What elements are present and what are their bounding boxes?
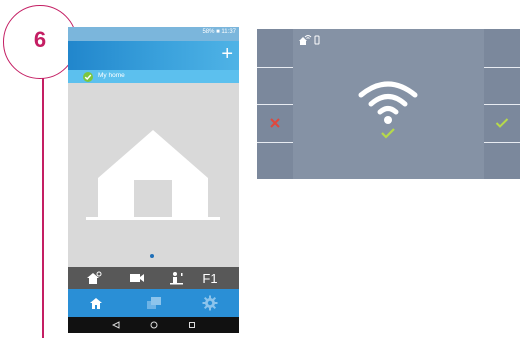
step-number: 6 bbox=[33, 27, 47, 52]
action-bar: F1 bbox=[68, 267, 239, 289]
home-list-item[interactable]: My home bbox=[68, 70, 239, 83]
house-key-icon[interactable] bbox=[80, 267, 108, 289]
step-badge: 6 bbox=[3, 5, 77, 79]
accept-check-icon bbox=[495, 118, 509, 129]
reject-button[interactable] bbox=[257, 104, 293, 142]
status-text: 58% ■ 11:37 bbox=[202, 29, 236, 35]
house-icon bbox=[86, 130, 220, 220]
accept-button[interactable] bbox=[484, 104, 520, 142]
left-button-2[interactable] bbox=[257, 66, 293, 104]
left-button-1[interactable] bbox=[257, 29, 293, 67]
step-connector-line bbox=[42, 78, 44, 338]
selected-check-icon bbox=[83, 71, 93, 82]
f1-label: F1 bbox=[202, 270, 218, 286]
connected-check-icon bbox=[381, 128, 395, 139]
left-button-4[interactable] bbox=[257, 141, 293, 179]
monitor-screen bbox=[257, 29, 520, 179]
camera-icon[interactable] bbox=[123, 267, 151, 289]
system-nav-bar bbox=[68, 317, 239, 333]
wifi-icon bbox=[358, 81, 418, 124]
nav-home-icon[interactable] bbox=[82, 289, 110, 317]
bottom-nav bbox=[68, 289, 239, 317]
house-wifi-icon bbox=[299, 37, 307, 45]
home-circle-icon[interactable] bbox=[144, 317, 164, 333]
right-button-2[interactable] bbox=[484, 66, 520, 104]
status-bar: 58% ■ 11:37 bbox=[68, 27, 239, 41]
recents-icon[interactable] bbox=[182, 317, 202, 333]
phone-screen: 58% ■ 11:37 + My home F1 bbox=[68, 27, 239, 333]
add-home-button[interactable]: + bbox=[221, 42, 233, 66]
monitor-status-icons bbox=[299, 35, 320, 45]
app-header: + bbox=[68, 41, 239, 70]
back-icon[interactable] bbox=[106, 317, 126, 333]
right-button-1[interactable] bbox=[484, 29, 520, 67]
page-indicator-dot bbox=[150, 254, 154, 258]
phone-icon bbox=[314, 35, 320, 45]
reject-x-icon bbox=[270, 118, 280, 128]
home-name: My home bbox=[98, 72, 125, 79]
f1-button[interactable]: F1 bbox=[196, 267, 224, 289]
nav-messages-icon[interactable] bbox=[140, 289, 168, 317]
right-button-4[interactable] bbox=[484, 141, 520, 179]
door-person-icon[interactable] bbox=[163, 267, 191, 289]
nav-settings-gear-icon[interactable] bbox=[196, 289, 224, 317]
